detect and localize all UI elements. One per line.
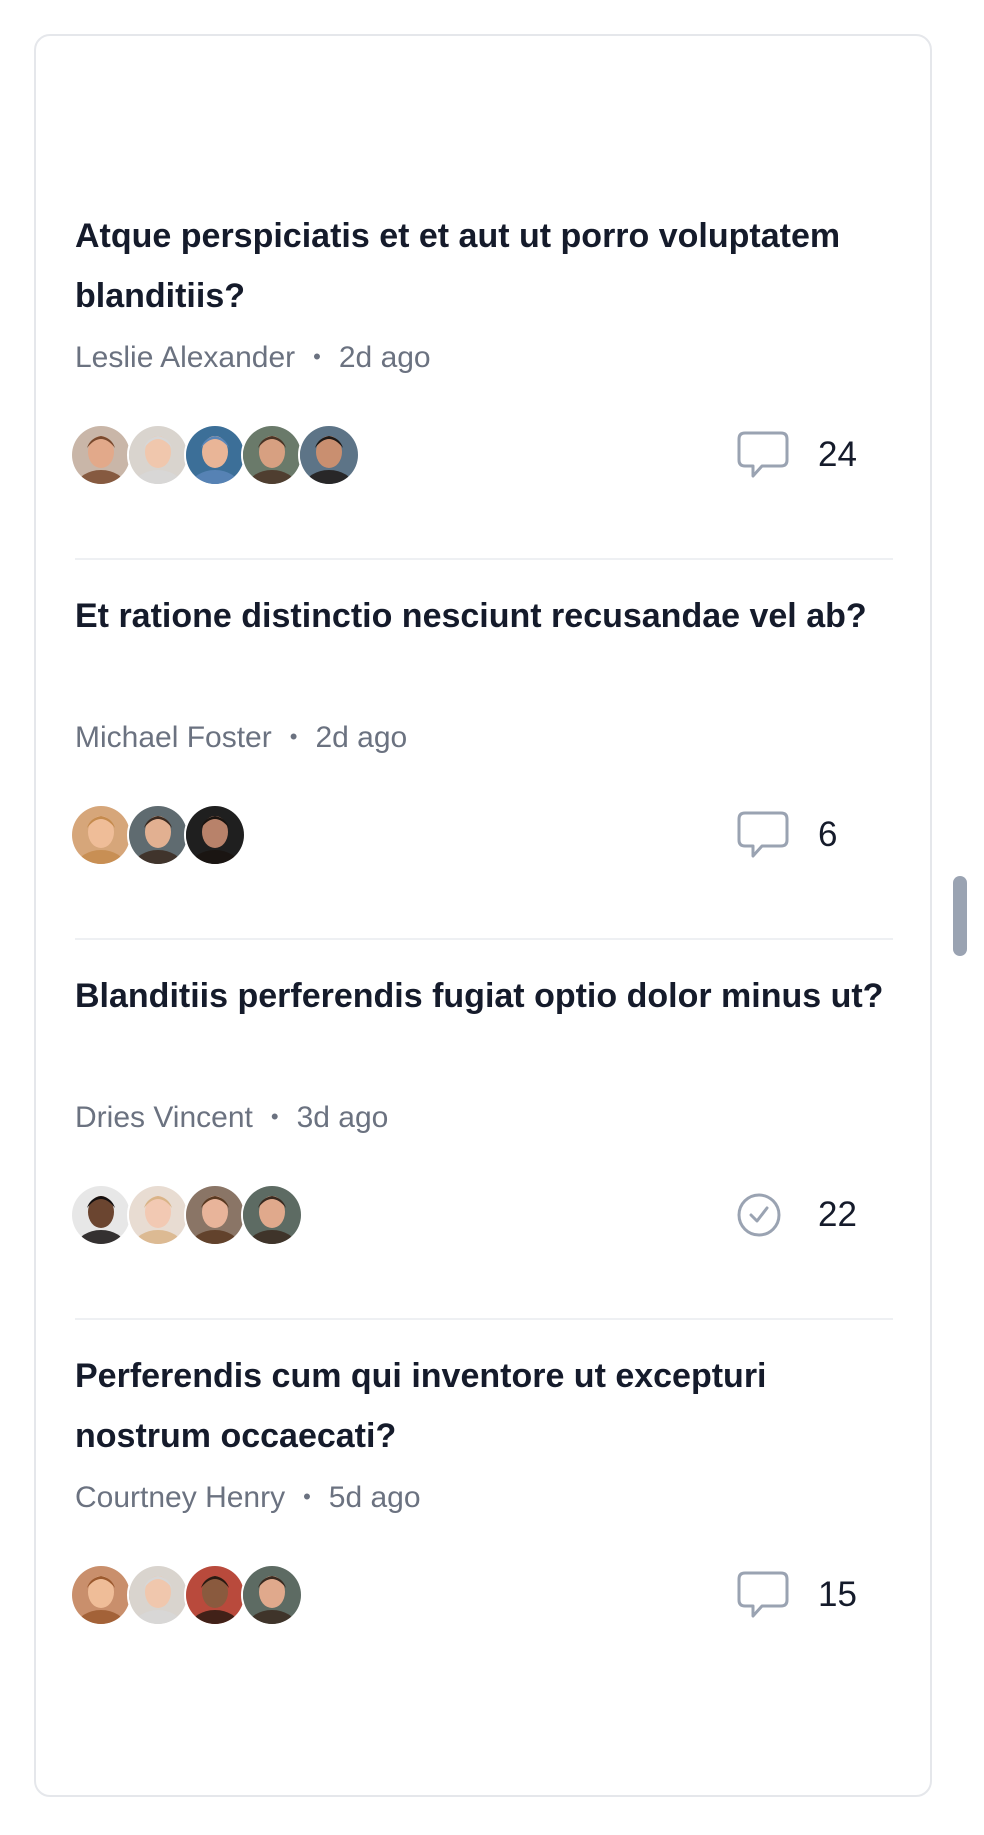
participant-avatars xyxy=(70,1564,303,1626)
reply-count-value: 22 xyxy=(818,1195,857,1234)
reply-count-value: 6 xyxy=(818,815,838,854)
thread-item[interactable]: Et ratione distinctio nesciunt recusanda… xyxy=(70,560,893,940)
avatar[interactable] xyxy=(184,424,246,486)
reply-count: 6 xyxy=(735,808,837,862)
avatar[interactable] xyxy=(127,804,189,866)
thread-list: Atque perspiciatis et et aut ut porro vo… xyxy=(70,180,893,1700)
thread-author[interactable]: Michael Foster xyxy=(75,721,272,754)
reply-count-value: 24 xyxy=(818,435,857,474)
thread-item[interactable]: Perferendis cum qui inventore ut exceptu… xyxy=(70,1320,893,1700)
avatar[interactable] xyxy=(184,1564,246,1626)
avatar[interactable] xyxy=(127,424,189,486)
reply-count: 24 xyxy=(735,428,857,482)
avatar[interactable] xyxy=(184,804,246,866)
thread-title[interactable]: Et ratione distinctio nesciunt recusanda… xyxy=(75,586,893,646)
reply-count: 15 xyxy=(735,1568,857,1622)
check-circle-icon xyxy=(735,1188,791,1242)
thread-meta: Courtney Henry • 5d ago xyxy=(75,1478,421,1520)
thread-author[interactable]: Leslie Alexander xyxy=(75,341,295,374)
chat-bubble-icon xyxy=(735,428,791,482)
thread-author[interactable]: Courtney Henry xyxy=(75,1481,285,1514)
avatar[interactable] xyxy=(298,424,360,486)
thread-item[interactable]: Atque perspiciatis et et aut ut porro vo… xyxy=(70,180,893,560)
avatar[interactable] xyxy=(70,424,132,486)
thread-meta: Michael Foster • 2d ago xyxy=(75,718,407,760)
thread-item[interactable]: Blanditiis perferendis fugiat optio dolo… xyxy=(70,940,893,1320)
chat-bubble-icon xyxy=(735,808,791,862)
reply-count-value: 15 xyxy=(818,1575,857,1614)
avatar[interactable] xyxy=(184,1184,246,1246)
avatar[interactable] xyxy=(70,1564,132,1626)
avatar[interactable] xyxy=(127,1564,189,1626)
avatar[interactable] xyxy=(70,804,132,866)
separator-dot: • xyxy=(270,1104,279,1129)
thread-meta: Dries Vincent • 3d ago xyxy=(75,1098,388,1140)
thread-time: 5d ago xyxy=(328,1481,421,1514)
participant-avatars xyxy=(70,804,246,866)
scrollbar-thumb[interactable] xyxy=(953,876,967,956)
avatar[interactable] xyxy=(241,1564,303,1626)
thread-meta: Leslie Alexander • 2d ago xyxy=(75,338,431,380)
avatar[interactable] xyxy=(241,424,303,486)
separator-dot: • xyxy=(313,344,321,369)
thread-title[interactable]: Blanditiis perferendis fugiat optio dolo… xyxy=(75,966,893,1026)
thread-time: 3d ago xyxy=(296,1101,389,1134)
thread-title[interactable]: Perferendis cum qui inventore ut exceptu… xyxy=(75,1346,893,1466)
participant-avatars xyxy=(70,424,360,486)
thread-time: 2d ago xyxy=(338,341,431,374)
reply-count: 22 xyxy=(735,1188,857,1242)
thread-title[interactable]: Atque perspiciatis et et aut ut porro vo… xyxy=(75,206,893,326)
avatar[interactable] xyxy=(127,1184,189,1246)
thread-time: 2d ago xyxy=(315,721,408,754)
separator-dot: • xyxy=(303,1484,311,1509)
avatar[interactable] xyxy=(241,1184,303,1246)
chat-bubble-icon xyxy=(735,1568,791,1622)
avatar[interactable] xyxy=(70,1184,132,1246)
thread-author[interactable]: Dries Vincent xyxy=(75,1101,253,1134)
participant-avatars xyxy=(70,1184,303,1246)
separator-dot: • xyxy=(289,724,298,749)
